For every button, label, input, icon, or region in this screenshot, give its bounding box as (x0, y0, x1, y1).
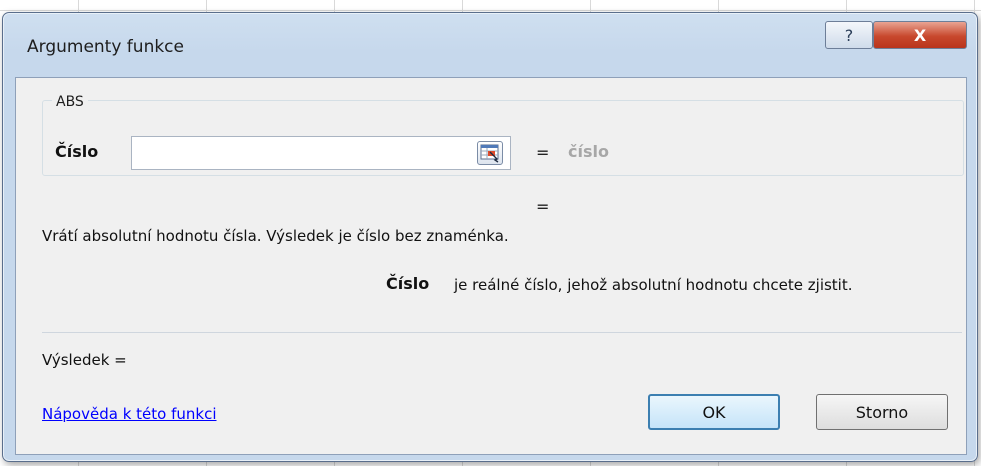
argument-description: je reálné číslo, jehož absolutní hodnotu… (454, 276, 853, 294)
question-icon: ? (844, 25, 854, 45)
grid-line (0, 10, 981, 11)
argument-equals: = (536, 143, 550, 162)
help-button[interactable]: ? (825, 21, 873, 49)
collapse-dialog-icon (480, 144, 499, 163)
argument-label: Číslo (55, 142, 99, 161)
formula-result: Výsledek = (42, 351, 127, 369)
function-name: ABS (52, 94, 88, 110)
cancel-button[interactable]: Storno (816, 394, 948, 430)
close-button[interactable]: X (873, 21, 967, 49)
function-description: Vrátí absolutní hodnotu čísla. Výsledek … (42, 227, 509, 245)
argument-value-hint: číslo (568, 142, 609, 161)
dialog-body: ABS Číslo = číslo = Vrátí absolutní hodn… (15, 77, 967, 455)
ok-button[interactable]: OK (648, 394, 780, 430)
close-icon: X (913, 25, 927, 45)
result-equals: = (536, 197, 550, 216)
function-help-link[interactable]: Nápověda k této funkci (42, 405, 217, 423)
argument-description-label: Číslo (386, 274, 430, 293)
function-arguments-dialog: Argumenty funkce ? X ABS Číslo = číslo =… (2, 12, 978, 462)
argument-input[interactable] (131, 136, 511, 170)
dialog-title: Argumenty funkce (27, 37, 184, 57)
collapse-dialog-button[interactable] (477, 141, 503, 165)
separator (42, 332, 962, 333)
